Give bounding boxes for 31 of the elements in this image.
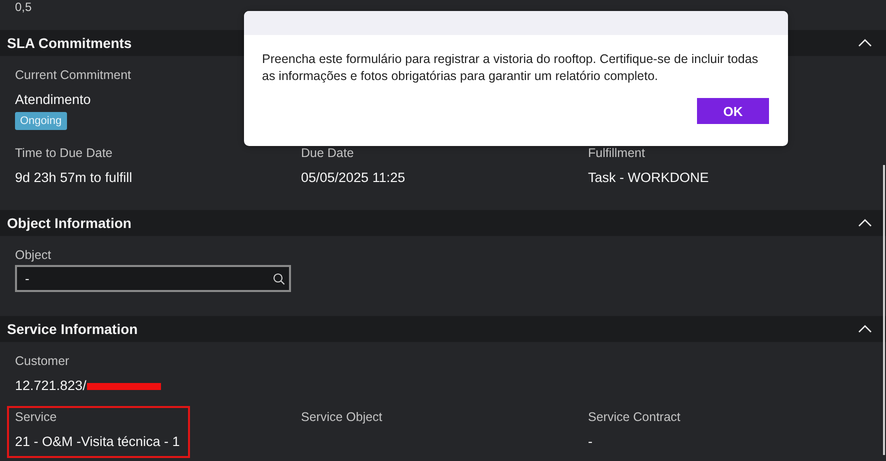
field-value: 9d 23h 57m to fulfill (15, 170, 132, 186)
field-label: Fulfillment (588, 146, 645, 160)
field-value: 0,5 (14, 0, 32, 16)
chevron-icon[interactable] (858, 39, 872, 47)
dialog-message: Preencha este formulário para registrar a vistoria do rooftop. Certifique-se de incluir todas as informações e fotos obrigatórias para garantir um relatório completo. (262, 51, 760, 85)
search-field[interactable]: - (15, 265, 291, 292)
field-label: Service Contract (588, 410, 680, 424)
field-label: Current Commitment (15, 68, 131, 82)
ok-button[interactable]: OK (697, 98, 769, 124)
field-value: Task - WORKDONE (588, 170, 709, 186)
section-header[interactable]: Object Information (0, 210, 886, 236)
field-label: Time to Due Date (15, 146, 112, 160)
status-badge: Ongoing (15, 112, 67, 130)
field-label: Customer (15, 354, 70, 368)
field-value: 12.721.823/ (15, 378, 86, 394)
field-value: 21 - O&M -Visita técnica - 1 (15, 434, 180, 450)
field-label: Service (15, 410, 57, 424)
field-value: 05/05/2025 11:25 (301, 170, 406, 186)
field-value: Atendimento (15, 92, 91, 108)
field-label: Service Object (301, 410, 382, 424)
field-value: - (588, 434, 592, 450)
section-title: Object Information (7, 215, 132, 231)
section-title: Service Information (7, 321, 138, 337)
scrollbar[interactable] (883, 165, 885, 455)
field-label: Object (15, 248, 52, 262)
section-header[interactable]: Service Information (0, 316, 886, 342)
search-icon[interactable] (273, 272, 285, 284)
section-title: SLA Commitments (7, 35, 132, 51)
field-label: Due Date (301, 146, 354, 160)
chevron-icon[interactable] (858, 325, 872, 333)
chevron-icon[interactable] (858, 219, 872, 227)
